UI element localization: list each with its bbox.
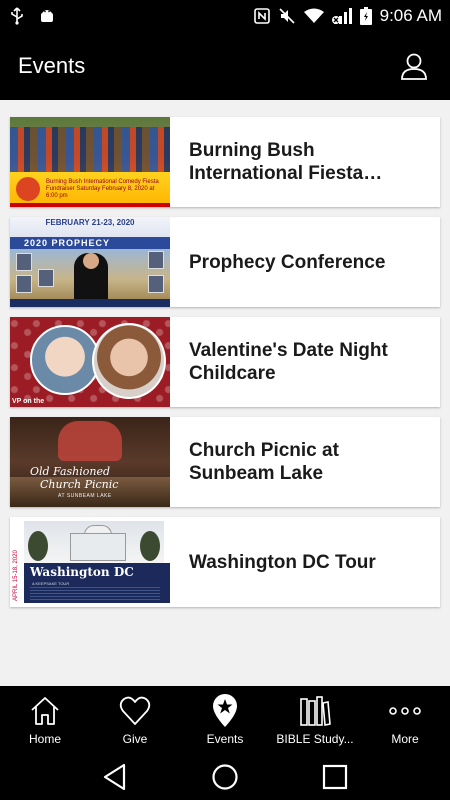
event-title: Prophecy Conference [189, 251, 386, 273]
nav-give[interactable]: Give [90, 686, 180, 754]
square-recents-icon [322, 764, 348, 790]
home-icon [29, 694, 61, 728]
event-card[interactable]: Burning Bush International Comedy Fiesta… [10, 117, 440, 207]
nav-events[interactable]: Events [180, 686, 270, 754]
nfc-icon [253, 8, 270, 24]
status-bar: 9:06 AM [0, 0, 450, 32]
circle-home-icon [212, 764, 238, 790]
system-nav-bar [0, 754, 450, 800]
nav-label: Home [28, 732, 61, 746]
events-list: Burning Bush International Comedy Fiesta… [0, 100, 450, 686]
battery-icon [359, 7, 372, 25]
profile-button[interactable] [396, 48, 432, 84]
nav-more[interactable]: More [360, 686, 450, 754]
event-card[interactable]: FEBRUARY 21-23, 2020 2020 PROPHECY CONFE… [10, 217, 440, 307]
back-button[interactable] [95, 757, 135, 797]
event-title: Valentine's Date Night Childcare [189, 340, 388, 384]
android-debug-icon [38, 7, 56, 25]
nav-label: Give [122, 732, 148, 746]
event-thumbnail: Old Fashioned Church Picnic AT SUNBEAM L… [10, 417, 170, 507]
books-icon [299, 694, 331, 728]
event-thumbnail: FEBRUARY 21-23, 2020 2020 PROPHECY CONFE… [10, 217, 170, 307]
user-icon [401, 53, 427, 80]
more-icon [388, 694, 422, 728]
nav-bible-study[interactable]: BIBLE Study... [270, 686, 360, 754]
usb-icon [8, 7, 26, 25]
event-card[interactable]: Washington DC A KEEPSAKE TOUR APRIL 15-1… [10, 517, 440, 607]
event-thumbnail: Burning Bush International Comedy Fiesta… [10, 117, 170, 207]
mute-icon [278, 7, 296, 25]
event-title: Burning Bush International Fiesta Comedy… [189, 140, 364, 184]
nav-label: BIBLE Study... [276, 732, 354, 746]
event-title: Washington DC Tour [189, 551, 376, 573]
event-card[interactable]: VP on the Valentine's Date Night Childca… [10, 317, 440, 407]
back-icon [103, 763, 126, 791]
star-pin-icon [211, 694, 239, 728]
heart-icon [119, 694, 151, 728]
wifi-icon [303, 8, 324, 24]
nav-label: More [391, 732, 419, 746]
event-title: Church Picnic at Sunbeam Lake [189, 440, 339, 484]
event-thumbnail: Washington DC A KEEPSAKE TOUR APRIL 15-1… [10, 517, 170, 607]
app-bar: Events [0, 32, 450, 100]
home-system-button[interactable] [205, 757, 245, 797]
recents-button[interactable] [315, 757, 355, 797]
event-thumbnail: VP on the [10, 317, 170, 407]
clock-text: 9:06 AM [379, 6, 442, 25]
nav-home[interactable]: Home [0, 686, 90, 754]
page-title: Events [18, 53, 86, 78]
bottom-nav: Home Give Events BIBLE Study... More [0, 686, 450, 754]
event-card[interactable]: Old Fashioned Church Picnic AT SUNBEAM L… [10, 417, 440, 507]
signal-icon [331, 8, 352, 24]
nav-label: Events [206, 732, 244, 746]
